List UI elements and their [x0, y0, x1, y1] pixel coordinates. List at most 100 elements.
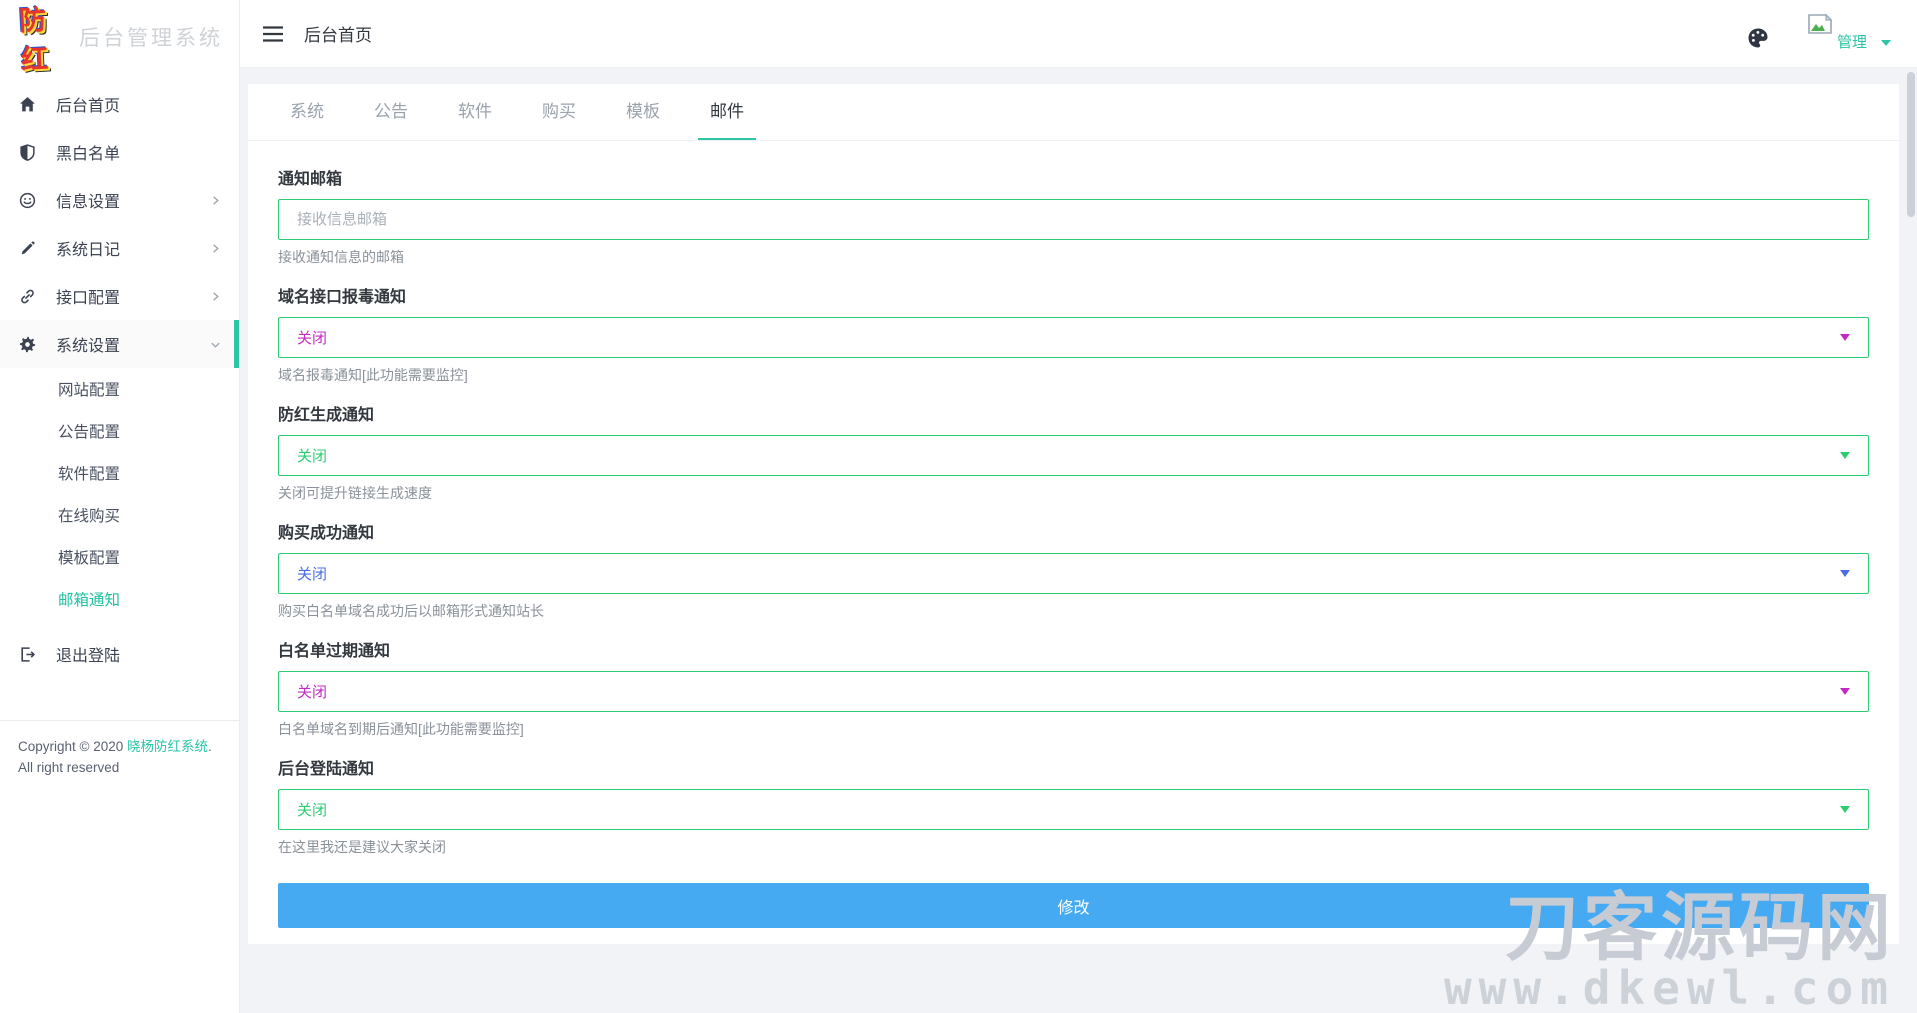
- field-help: 在这里我还是建议大家关闭: [278, 837, 1869, 857]
- chevron-down-icon: [1840, 334, 1850, 341]
- logo-area[interactable]: 防红 后台管理系统: [0, 0, 239, 74]
- pen-icon: [18, 239, 36, 257]
- domain-virus-notify-select[interactable]: 关闭: [278, 317, 1869, 358]
- copyright-prefix: Copyright © 2020: [18, 739, 127, 754]
- link-icon: [18, 287, 36, 305]
- chevron-down-icon: [1840, 452, 1850, 459]
- vertical-scrollbar-thumb[interactable]: [1907, 72, 1915, 217]
- select-value: 关闭: [297, 327, 327, 348]
- shield-icon: [18, 143, 36, 161]
- chevron-down-icon: [1840, 688, 1850, 695]
- sidebar-item-label: 接口配置: [56, 284, 120, 308]
- form-group-generate-notify: 防红生成通知 关闭 关闭可提升链接生成速度: [278, 401, 1869, 503]
- sidebar-subitem-announcement-config[interactable]: 公告配置: [0, 410, 239, 452]
- form-group-admin-login-notify: 后台登陆通知 关闭 在这里我还是建议大家关闭: [278, 755, 1869, 857]
- home-icon: [18, 95, 36, 113]
- copyright-brand-link[interactable]: 晓杨防红系统: [127, 739, 208, 754]
- sidebar: 防红 后台管理系统 后台首页 黑白名单 信息设置: [0, 0, 240, 1013]
- sidebar-subitem-label: 模板配置: [58, 546, 120, 568]
- sidebar-item-blackwhite-list[interactable]: 黑白名单: [0, 128, 239, 176]
- sidebar-item-label: 信息设置: [56, 188, 120, 212]
- tab-template[interactable]: 模板: [614, 84, 672, 140]
- chevron-right-icon: [210, 291, 221, 302]
- chevron-down-icon: [210, 339, 221, 350]
- chevron-down-icon: [1840, 570, 1850, 577]
- field-label: 购买成功通知: [278, 519, 1869, 543]
- topbar: 后台首页 管理: [240, 0, 1917, 68]
- field-label: 通知邮箱: [278, 165, 1869, 189]
- logout-icon: [18, 645, 36, 663]
- broken-avatar-icon: [1807, 13, 1833, 40]
- select-value: 关闭: [297, 563, 327, 584]
- sidebar-subitem-label: 公告配置: [58, 420, 120, 442]
- tab-announcement[interactable]: 公告: [362, 84, 420, 140]
- sidebar-menu: 后台首页 黑白名单 信息设置 系统日: [0, 74, 239, 678]
- sidebar-item-logout[interactable]: 退出登陆: [0, 630, 239, 678]
- save-button[interactable]: 修改: [278, 883, 1869, 928]
- brand-title: 后台管理系统: [79, 22, 223, 52]
- field-help: 白名单域名到期后通知[此功能需要监控]: [278, 719, 1869, 739]
- app-root: 防红 后台管理系统 后台首页 黑白名单 信息设置: [0, 0, 1917, 1013]
- sidebar-subitem-site-config[interactable]: 网站配置: [0, 368, 239, 410]
- generate-notify-select[interactable]: 关闭: [278, 435, 1869, 476]
- hamburger-menu-icon[interactable]: [262, 25, 284, 43]
- sidebar-item-label: 系统设置: [56, 332, 120, 356]
- field-help: 关闭可提升链接生成速度: [278, 483, 1869, 503]
- sidebar-subitem-label: 在线购买: [58, 504, 120, 526]
- sidebar-item-label: 退出登陆: [56, 642, 120, 666]
- chevron-right-icon: [210, 243, 221, 254]
- theme-palette-icon[interactable]: [1747, 27, 1769, 54]
- sidebar-item-dashboard[interactable]: 后台首页: [0, 80, 239, 128]
- brand-logo: 防红: [14, 0, 69, 79]
- chevron-down-icon: [1840, 806, 1850, 813]
- form-group-notify-email: 通知邮箱 接收通知信息的邮箱: [278, 165, 1869, 267]
- sidebar-subitem-template-config[interactable]: 模板配置: [0, 536, 239, 578]
- tab-system[interactable]: 系统: [278, 84, 336, 140]
- sidebar-item-label: 系统日记: [56, 236, 120, 260]
- sidebar-item-system-log[interactable]: 系统日记: [0, 224, 239, 272]
- field-help: 购买白名单域名成功后以邮箱形式通知站长: [278, 601, 1869, 621]
- notify-email-input[interactable]: [278, 199, 1869, 240]
- field-label: 防红生成通知: [278, 401, 1869, 425]
- sidebar-item-api-config[interactable]: 接口配置: [0, 272, 239, 320]
- purchase-success-notify-select[interactable]: 关闭: [278, 553, 1869, 594]
- page-title: 后台首页: [304, 21, 372, 46]
- watermark-url: www.dkewl.com: [1444, 965, 1895, 1011]
- gear-icon: [18, 335, 36, 353]
- field-label: 后台登陆通知: [278, 755, 1869, 779]
- form-group-whitelist-expire-notify: 白名单过期通知 关闭 白名单域名到期后通知[此功能需要监控]: [278, 637, 1869, 739]
- admin-login-notify-select[interactable]: 关闭: [278, 789, 1869, 830]
- sidebar-item-info-settings[interactable]: 信息设置: [0, 176, 239, 224]
- field-label: 白名单过期通知: [278, 637, 1869, 661]
- chevron-right-icon: [210, 195, 221, 206]
- sidebar-item-system-settings[interactable]: 系统设置: [0, 320, 239, 368]
- sidebar-subitem-online-purchase[interactable]: 在线购买: [0, 494, 239, 536]
- settings-tabs: 系统 公告 软件 购买 模板 邮件: [248, 84, 1899, 141]
- select-value: 关闭: [297, 445, 327, 466]
- tab-purchase[interactable]: 购买: [530, 84, 588, 140]
- settings-card: 系统 公告 软件 购买 模板 邮件 通知邮箱 接收通知信息的邮箱 域名接口报毒通…: [248, 84, 1899, 944]
- sidebar-item-label: 黑白名单: [56, 140, 120, 164]
- system-settings-submenu: 网站配置 公告配置 软件配置 在线购买 模板配置 邮箱通知: [0, 368, 239, 620]
- mail-settings-form: 通知邮箱 接收通知信息的邮箱 域名接口报毒通知 关闭 域名报毒通知[此功能需要监…: [248, 141, 1899, 928]
- sidebar-subitem-email-notify[interactable]: 邮箱通知: [0, 578, 239, 620]
- select-value: 关闭: [297, 681, 327, 702]
- user-name: 管理: [1837, 31, 1867, 52]
- tab-mail[interactable]: 邮件: [698, 84, 756, 140]
- tab-software[interactable]: 软件: [446, 84, 504, 140]
- form-group-domain-virus-notify: 域名接口报毒通知 关闭 域名报毒通知[此功能需要监控]: [278, 283, 1869, 385]
- sidebar-subitem-software-config[interactable]: 软件配置: [0, 452, 239, 494]
- smiley-icon: [18, 191, 36, 209]
- main-area: 后台首页 管理 系统 公告 软件: [240, 0, 1917, 1013]
- copyright: Copyright © 2020 晓杨防红系统. All right reser…: [0, 720, 239, 795]
- form-group-purchase-success-notify: 购买成功通知 关闭 购买白名单域名成功后以邮箱形式通知站长: [278, 519, 1869, 621]
- field-label: 域名接口报毒通知: [278, 283, 1869, 307]
- whitelist-expire-notify-select[interactable]: 关闭: [278, 671, 1869, 712]
- sidebar-subitem-label: 软件配置: [58, 462, 120, 484]
- topbar-right: 管理: [1747, 13, 1891, 54]
- user-dropdown[interactable]: 管理: [1807, 13, 1891, 54]
- chevron-down-icon: [1881, 40, 1891, 46]
- field-help: 接收通知信息的邮箱: [278, 247, 1869, 267]
- field-help: 域名报毒通知[此功能需要监控]: [278, 365, 1869, 385]
- select-value: 关闭: [297, 799, 327, 820]
